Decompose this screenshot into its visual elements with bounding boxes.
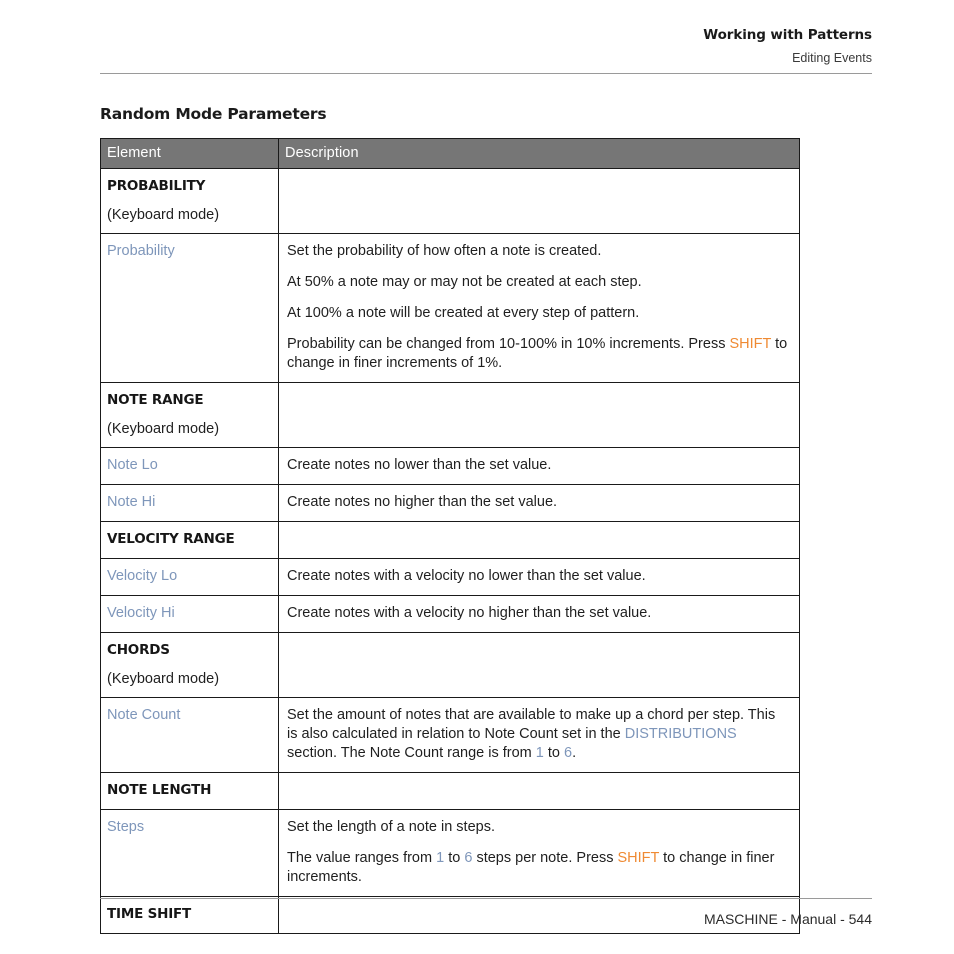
description-cell: Set the amount of notes that are availab… xyxy=(278,697,800,773)
table-row: CHORDS (Keyboard mode) xyxy=(100,632,800,698)
table-row: VELOCITY RANGE xyxy=(100,521,800,559)
description-paragraph: Create notes with a velocity no lower th… xyxy=(287,568,646,584)
table-row: NOTE RANGE (Keyboard mode) xyxy=(100,382,800,448)
text-segment: Probability can be changed from 10-100% … xyxy=(287,336,730,352)
table-row: PROBABILITY (Keyboard mode) xyxy=(100,168,800,234)
element-cell: NOTE LENGTH xyxy=(100,772,279,810)
range-min-value: 1 xyxy=(436,850,445,866)
description-paragraph: The value ranges from 1 to 6 steps per n… xyxy=(287,849,789,887)
description-paragraph: Set the probability of how often a note … xyxy=(287,243,602,259)
parameter-name: Steps xyxy=(107,819,145,835)
element-cell: NOTE RANGE (Keyboard mode) xyxy=(100,382,279,448)
parameter-name: Probability xyxy=(107,243,175,259)
element-cell: CHORDS (Keyboard mode) xyxy=(100,632,279,698)
parameter-name: Note Lo xyxy=(107,457,158,473)
description-paragraph: Probability can be changed from 10-100% … xyxy=(287,335,789,373)
table-header: Element Description xyxy=(100,138,800,169)
table-row: Note Lo Create notes no lower than the s… xyxy=(100,447,800,485)
table-body: PROBABILITY (Keyboard mode) Probability xyxy=(100,168,800,934)
element-cell: Velocity Hi xyxy=(100,595,279,633)
element-cell: Note Count xyxy=(100,697,279,773)
range-max-value: 6 xyxy=(564,745,573,761)
parameter-name: Velocity Lo xyxy=(107,568,178,584)
group-title: CHORDS xyxy=(107,642,170,658)
parameter-name: Velocity Hi xyxy=(107,605,175,621)
random-mode-parameters-table: Element Description PROBABILITY (Keyboar… xyxy=(100,138,800,934)
parameters-table-wrapper: Element Description PROBABILITY (Keyboar… xyxy=(100,138,800,934)
element-cell: Note Hi xyxy=(100,484,279,522)
text-segment: . xyxy=(572,745,577,761)
description-cell: Create notes no higher than the set valu… xyxy=(278,484,800,522)
table-row: NOTE LENGTH xyxy=(100,772,800,810)
footer-divider xyxy=(100,898,872,899)
table-row: Velocity Hi Create notes with a velocity… xyxy=(100,595,800,633)
description-paragraph: Set the amount of notes that are availab… xyxy=(287,706,789,763)
column-header-element: Element xyxy=(100,138,279,169)
page-title: Random Mode Parameters xyxy=(100,105,327,123)
running-head-section: Editing Events xyxy=(792,51,872,65)
table-row: Steps Set the length of a note in steps.… xyxy=(100,809,800,897)
running-head-chapter: Working with Patterns xyxy=(703,27,872,43)
description-cell: Create notes with a velocity no lower th… xyxy=(278,558,800,596)
header-divider xyxy=(100,73,872,74)
group-note: (Keyboard mode) xyxy=(107,207,220,223)
table-header-row: Element Description xyxy=(100,138,800,169)
group-title: NOTE RANGE xyxy=(107,392,204,408)
document-page: Working with Patterns Editing Events Ran… xyxy=(0,0,954,954)
description-cell: Set the length of a note in steps. The v… xyxy=(278,809,800,897)
text-segment: steps per note. Press xyxy=(472,850,618,866)
description-cell xyxy=(278,382,800,448)
description-cell xyxy=(278,772,800,810)
text-segment: The value ranges from xyxy=(287,850,437,866)
table-row: Note Hi Create notes no higher than the … xyxy=(100,484,800,522)
description-paragraph: Create notes with a velocity no higher t… xyxy=(287,605,652,621)
element-cell: Note Lo xyxy=(100,447,279,485)
parameter-name: Note Hi xyxy=(107,494,156,510)
description-cell xyxy=(279,169,800,234)
shift-key-reference: SHIFT xyxy=(729,336,772,352)
element-cell: Velocity Lo xyxy=(100,558,279,596)
table-row: Velocity Lo Create notes with a velocity… xyxy=(100,558,800,596)
parameter-name: Note Count xyxy=(107,707,181,723)
description-cell xyxy=(278,632,800,698)
page-footer: MASCHINE - Manual - 544 xyxy=(703,911,872,927)
group-note: (Keyboard mode) xyxy=(107,671,220,687)
description-cell: Set the probability of how often a note … xyxy=(278,233,800,383)
distributions-link[interactable]: DISTRIBUTIONS xyxy=(625,726,737,742)
group-note: (Keyboard mode) xyxy=(107,421,220,437)
description-paragraph: Create notes no lower than the set value… xyxy=(287,457,552,473)
text-segment: to xyxy=(444,850,465,866)
element-cell: Probability xyxy=(100,233,279,383)
table-row: Note Count Set the amount of notes that … xyxy=(100,697,800,773)
description-cell: Create notes with a velocity no higher t… xyxy=(278,595,800,633)
description-cell xyxy=(278,521,800,559)
description-paragraph: At 50% a note may or may not be created … xyxy=(287,274,642,290)
description-paragraph: At 100% a note will be created at every … xyxy=(287,305,640,321)
description-cell: Create notes no lower than the set value… xyxy=(278,447,800,485)
shift-key-reference: SHIFT xyxy=(617,850,660,866)
element-cell: PROBABILITY (Keyboard mode) xyxy=(100,168,279,234)
element-cell: VELOCITY RANGE xyxy=(100,521,279,559)
range-min-value: 1 xyxy=(535,745,544,761)
group-title: VELOCITY RANGE xyxy=(107,531,235,547)
column-header-description: Description xyxy=(278,138,800,169)
description-paragraph: Set the length of a note in steps. xyxy=(287,819,495,835)
group-title: PROBABILITY xyxy=(107,178,206,194)
element-cell: Steps xyxy=(100,809,279,897)
description-paragraph: Create notes no higher than the set valu… xyxy=(287,494,558,510)
text-segment: to xyxy=(543,745,565,761)
table-row: Probability Set the probability of how o… xyxy=(100,233,800,383)
group-title: NOTE LENGTH xyxy=(107,782,212,798)
running-head: Working with Patterns Editing Events xyxy=(100,26,872,67)
text-segment: section. The Note Count range is from xyxy=(287,745,536,761)
